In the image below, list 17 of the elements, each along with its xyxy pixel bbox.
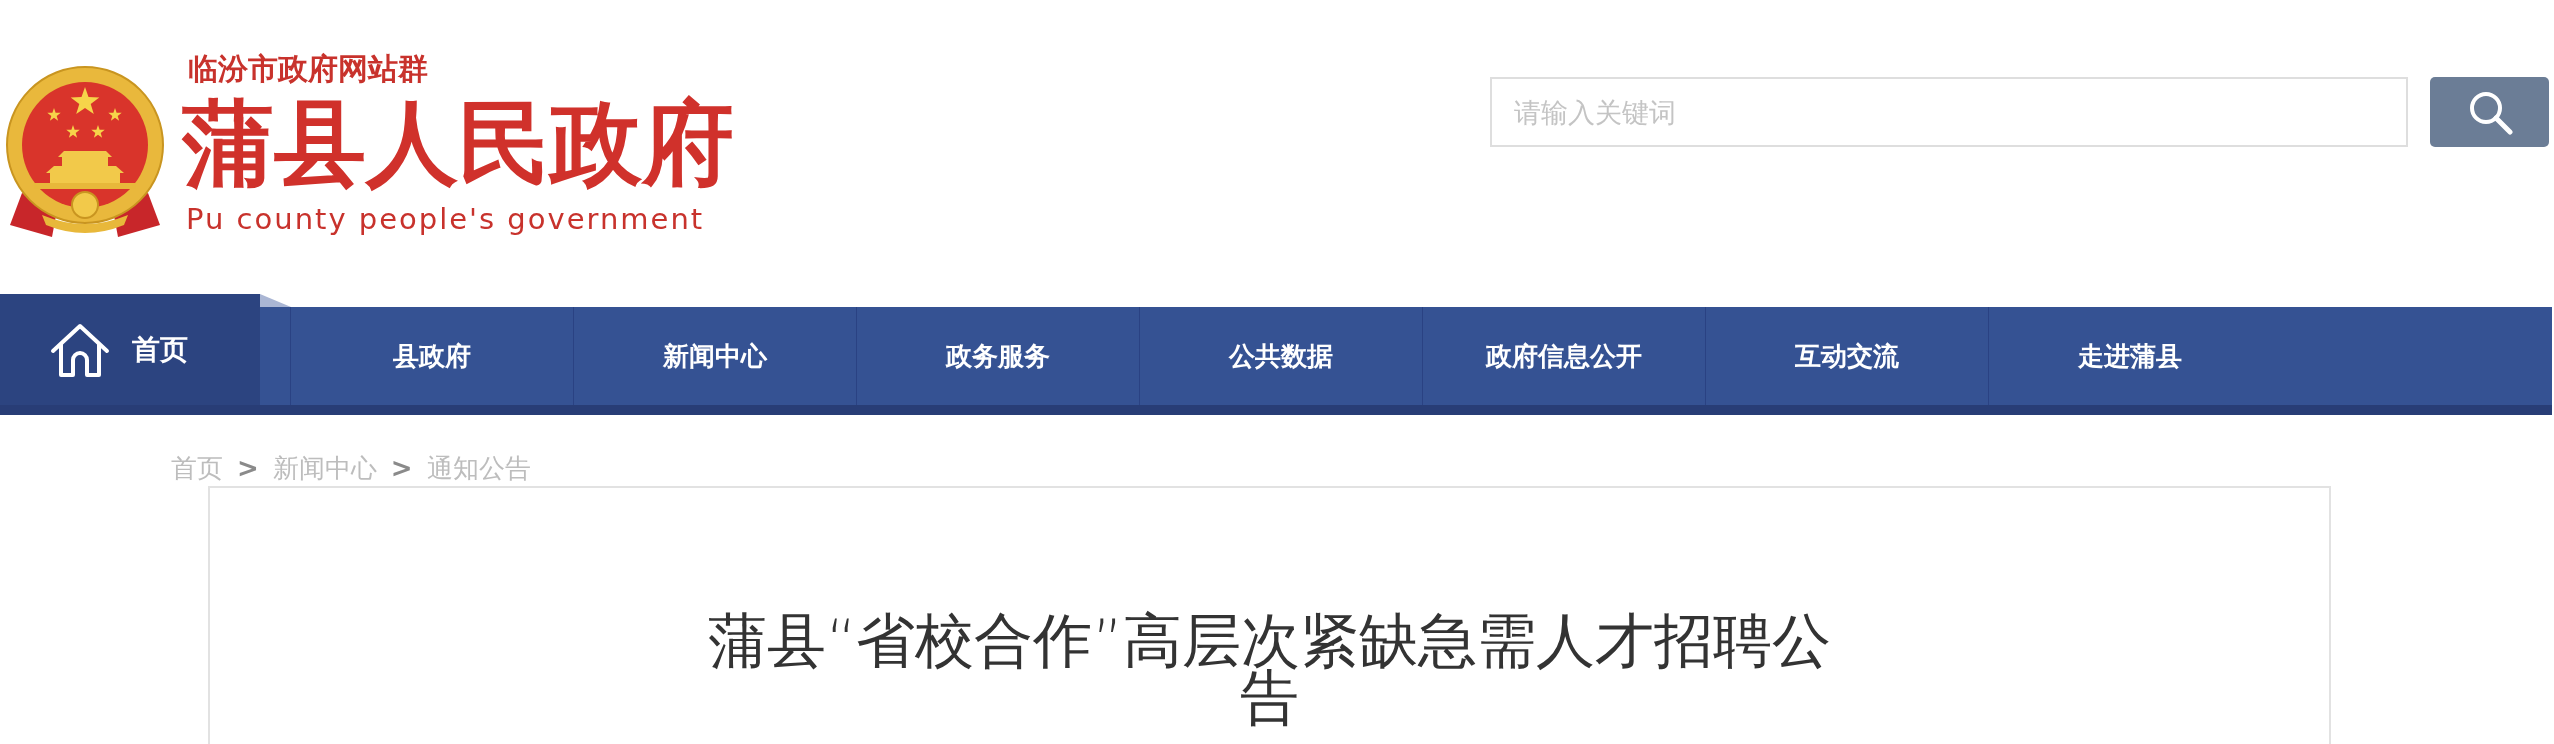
breadcrumb-separator: >: [237, 452, 259, 484]
site-group-name: 临汾市政府网站群: [188, 53, 429, 85]
nav-item[interactable]: 政务服务: [856, 307, 1139, 405]
search-button[interactable]: [2430, 77, 2549, 147]
nav-item[interactable]: 新闻中心: [573, 307, 856, 405]
site-name-english: Pu county people's government: [186, 202, 706, 236]
article-title: 蒲县“省校合作”高层次紧缺急需人才招聘公告: [706, 612, 1833, 726]
nav-item[interactable]: 县政府: [290, 307, 573, 405]
site-name: 蒲县人民政府: [182, 94, 734, 194]
search-field[interactable]: 请输入关键词: [1490, 77, 2408, 147]
nav-item[interactable]: 互动交流: [1705, 307, 1988, 405]
nav-item[interactable]: 政府信息公开: [1422, 307, 1705, 405]
nav-item[interactable]: 公共数据: [1139, 307, 1422, 405]
home-tab[interactable]: 首页: [0, 294, 260, 415]
nav-item[interactable]: 走进蒲县: [1988, 307, 2271, 405]
breadcrumb-separator: >: [390, 452, 413, 484]
home-icon: [50, 321, 110, 378]
